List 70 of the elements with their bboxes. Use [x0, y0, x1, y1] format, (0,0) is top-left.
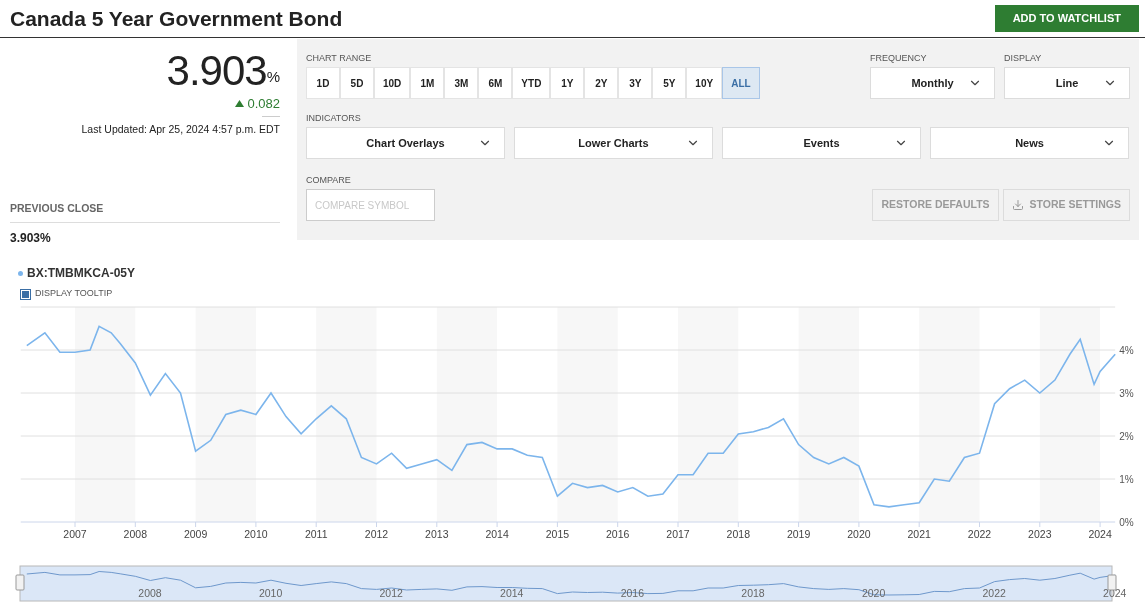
- navigator-label: 2012: [379, 587, 403, 599]
- navigator-label: 2008: [138, 587, 162, 599]
- y-axis-label: 4%: [1119, 345, 1134, 356]
- section-label: FREQUENCY: [870, 52, 928, 65]
- x-axis-label: 2008: [123, 528, 147, 540]
- x-axis-label: 2020: [847, 528, 871, 540]
- price-value: 3.903: [166, 48, 267, 94]
- x-axis-label: 2024: [1088, 528, 1112, 540]
- navigator-handle[interactable]: [1107, 574, 1117, 591]
- dropdown[interactable]: Chart Overlays: [306, 127, 505, 159]
- last-updated-text: Last Updated: Apr 25, 2024 4:57 p.m. EDT: [80, 121, 280, 137]
- x-axis-label: 2007: [63, 528, 87, 540]
- range-tab[interactable]: ALL: [722, 67, 760, 99]
- x-axis-label: 2009: [183, 528, 208, 540]
- navigator-label: 2018: [741, 587, 765, 599]
- navigator-handle[interactable]: [15, 574, 25, 591]
- range-tab[interactable]: 6M: [478, 67, 513, 99]
- y-axis-label: 0%: [1119, 517, 1134, 528]
- range-tab[interactable]: 10Y: [686, 67, 723, 99]
- x-axis-label: 2022: [967, 528, 992, 540]
- legend-label: BX:TMBMKCA-05Y: [27, 265, 135, 282]
- dropdown[interactable]: Lower Charts: [514, 127, 713, 159]
- price-unit: %: [266, 67, 280, 87]
- y-axis-label: 1%: [1119, 474, 1134, 485]
- download-icon: [1011, 199, 1024, 211]
- navigator-label: 2014: [500, 587, 524, 599]
- navigator-label: 2022: [982, 587, 1006, 599]
- section-label: CHART RANGE: [306, 52, 373, 65]
- y-axis-label: 2%: [1119, 431, 1134, 442]
- section-label: INDICATORS: [306, 112, 362, 125]
- x-axis-label: 2019: [786, 528, 811, 540]
- y-axis-label: 3%: [1119, 388, 1134, 399]
- x-axis-label: 2023: [1028, 528, 1052, 540]
- dropdown[interactable]: Monthly: [870, 67, 995, 99]
- x-axis-label: 2015: [545, 528, 570, 540]
- x-axis-label: 2012: [364, 528, 389, 540]
- range-tab[interactable]: 10D: [374, 67, 411, 99]
- navigator-label: 2016: [620, 587, 645, 599]
- x-axis-label: 2014: [485, 528, 509, 540]
- range-tab[interactable]: 2Y: [584, 67, 619, 99]
- page-title: Canada 5 Year Government Bond: [10, 5, 343, 32]
- x-axis-label: 2016: [606, 528, 630, 540]
- range-tab[interactable]: 1Y: [550, 67, 585, 99]
- range-tab[interactable]: 3M: [444, 67, 479, 99]
- range-tab[interactable]: 5D: [340, 67, 374, 99]
- dropdown[interactable]: Line: [1004, 67, 1130, 99]
- price-change: 0.082: [247, 95, 280, 113]
- x-axis-label: 2018: [726, 528, 750, 540]
- previous-close-value: 3.903%: [10, 230, 52, 247]
- tooltip-label: DISPLAY TOOLTIP: [35, 287, 113, 301]
- section-label: DISPLAY: [1004, 52, 1043, 65]
- range-tab[interactable]: 5Y: [652, 67, 687, 99]
- range-tab[interactable]: 3Y: [618, 67, 653, 99]
- range-tab[interactable]: 1M: [410, 67, 445, 99]
- add-to-watchlist-button[interactable]: ADD TO WATCHLIST: [994, 5, 1139, 32]
- tooltip-checkbox[interactable]: [20, 288, 31, 300]
- previous-close-label: PREVIOUS CLOSE: [10, 201, 280, 223]
- navigator-label: 2020: [861, 587, 886, 599]
- navigator-label: 2010: [258, 587, 283, 599]
- x-axis-label: 2021: [907, 528, 931, 540]
- range-tab[interactable]: YTD: [512, 67, 551, 99]
- x-axis-label: 2010: [244, 528, 268, 540]
- section-label: COMPARE: [306, 174, 352, 187]
- x-axis-label: 2017: [666, 528, 690, 540]
- navigator-label: 2024: [1103, 587, 1127, 599]
- dropdown[interactable]: Events: [722, 127, 921, 159]
- range-tab[interactable]: 1D: [306, 67, 340, 99]
- x-axis-label: 2013: [425, 528, 449, 540]
- dropdown[interactable]: News: [930, 127, 1129, 159]
- x-axis-label: 2011: [304, 528, 328, 540]
